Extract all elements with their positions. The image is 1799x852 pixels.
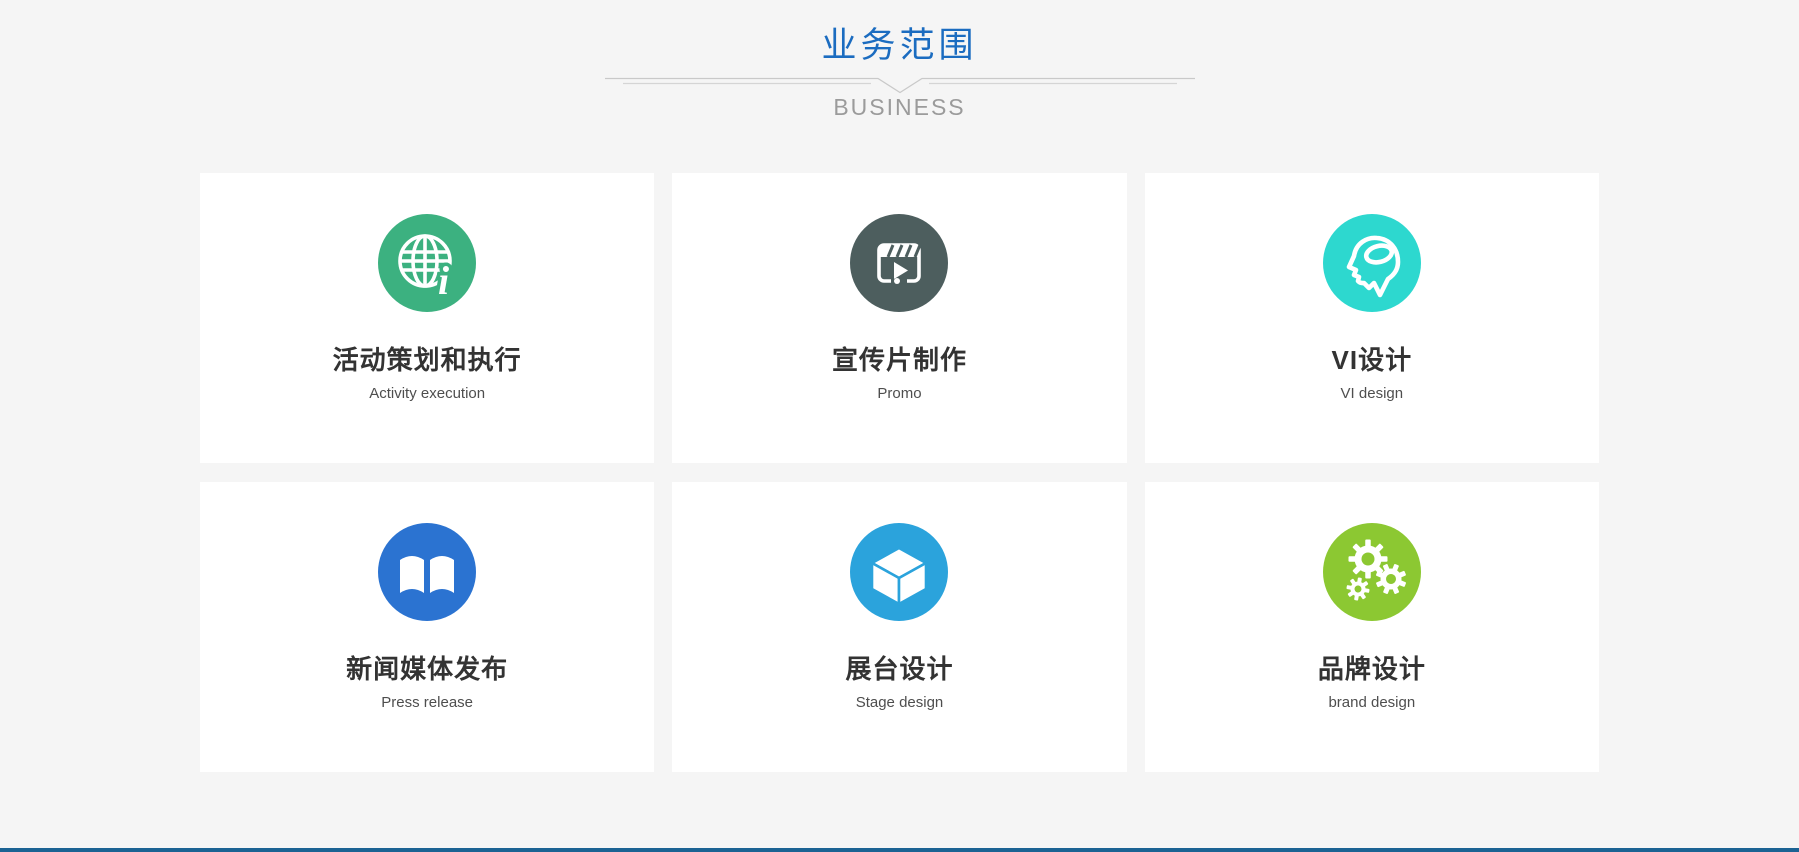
cube-icon xyxy=(850,523,948,621)
card-icon-wrap xyxy=(672,523,1126,621)
card-subtitle-en: Stage design xyxy=(672,694,1126,712)
card-title-zh: VI设计 xyxy=(1145,345,1599,375)
card-icon-wrap xyxy=(1145,523,1599,621)
card-subtitle-en: Activity execution xyxy=(200,385,654,403)
card-title-zh: 宣传片制作 xyxy=(672,345,1126,375)
page-subtitle: BUSINESS xyxy=(0,93,1799,121)
card-title-zh: 活动策划和执行 xyxy=(200,345,654,375)
card-promo[interactable]: 宣传片制作 Promo xyxy=(672,173,1126,463)
card-title-zh: 展台设计 xyxy=(672,654,1126,684)
business-card-grid: i 活动策划和执行 Activity execution xyxy=(200,173,1599,772)
page-title: 业务范围 xyxy=(0,25,1799,67)
card-subtitle-en: VI design xyxy=(1145,385,1599,403)
open-book-icon xyxy=(378,523,476,621)
card-icon-wrap xyxy=(1145,214,1599,312)
clapperboard-play-icon xyxy=(850,214,948,312)
card-press-release[interactable]: 新闻媒体发布 Press release xyxy=(200,482,654,772)
card-title-zh: 品牌设计 xyxy=(1145,654,1599,684)
gears-icon xyxy=(1323,523,1421,621)
card-activity-execution[interactable]: i 活动策划和执行 Activity execution xyxy=(200,173,654,463)
card-subtitle-en: Press release xyxy=(200,694,654,712)
card-subtitle-en: brand design xyxy=(1145,694,1599,712)
card-title-zh: 新闻媒体发布 xyxy=(200,654,654,684)
card-icon-wrap: i xyxy=(200,214,654,312)
card-stage-design[interactable]: 展台设计 Stage design xyxy=(672,482,1126,772)
card-brand-design[interactable]: 品牌设计 brand design xyxy=(1145,482,1599,772)
svg-text:i: i xyxy=(438,258,449,303)
globe-info-icon: i xyxy=(378,214,476,312)
business-section-header: 业务范围 BUSINESS xyxy=(0,0,1799,121)
card-icon-wrap xyxy=(672,214,1126,312)
head-profile-icon xyxy=(1323,214,1421,312)
bottom-divider-bar xyxy=(0,848,1799,852)
card-subtitle-en: Promo xyxy=(672,385,1126,403)
card-vi-design[interactable]: VI设计 VI design xyxy=(1145,173,1599,463)
card-icon-wrap xyxy=(200,523,654,621)
